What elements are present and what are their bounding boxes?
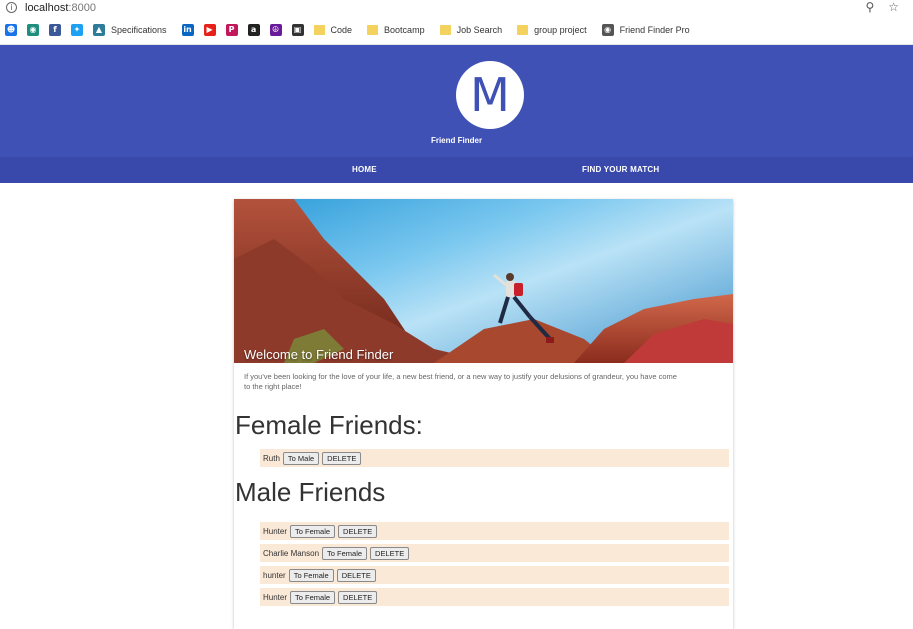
bookmark-youtube[interactable]: ▶ [199, 15, 221, 45]
twitter-icon: ✦ [71, 23, 83, 36]
delete-button[interactable]: DELETE [370, 546, 410, 560]
swap-gender-button[interactable]: To Female [290, 524, 336, 538]
url-port: :8000 [68, 1, 96, 14]
folder-icon [517, 24, 529, 35]
bookmark-linkedin[interactable]: in [177, 15, 199, 45]
friend-row: Charlie Manson To Female DELETE [260, 544, 729, 562]
url-host: localhost [25, 1, 69, 14]
hero-title: Welcome to Friend Finder [244, 347, 394, 362]
bookmark-label: Friend Finder Pro [619, 24, 690, 35]
bookmark-bootcamp[interactable]: Bootcamp [362, 15, 435, 45]
male-friends-title: Male Friends [235, 477, 386, 507]
swap-gender-button[interactable]: To Female [288, 568, 334, 582]
bookmark-maps-pin[interactable]: ◉ [22, 15, 44, 45]
friend-name: Hunter [263, 526, 288, 536]
bookmark-facebook[interactable]: f [44, 15, 66, 45]
brand-name: Friend Finder [430, 136, 483, 145]
nav-find-your-match[interactable]: FIND YOUR MATCH [582, 165, 659, 174]
amazon-icon: a [247, 23, 260, 36]
maps-pin-icon: ◉ [27, 23, 39, 36]
bookmark-contacts[interactable]: ☻ [0, 15, 22, 45]
linkedin-icon: in [181, 23, 194, 36]
male-friends-list: Hunter To Female DELETE Charlie Manson To Fe… [260, 522, 729, 606]
bookmark-peace[interactable]: ☮ [265, 15, 287, 45]
friend-row: Hunter To Female DELETE [260, 522, 729, 540]
bookmark-pocket[interactable]: P [221, 15, 243, 45]
folder-icon [439, 24, 451, 35]
pocket-icon: P [225, 23, 238, 36]
friend-row: Hunter To Female DELETE [260, 588, 729, 606]
friend-name: hunter [263, 570, 286, 580]
female-friends-title: Female Friends: [235, 410, 423, 440]
globe-icon: ◉ [601, 23, 614, 36]
nav-home[interactable]: HOME [352, 165, 377, 174]
facebook-icon: f [49, 23, 61, 36]
bookmark-specifications[interactable]: ▲ Specifications [88, 15, 177, 45]
site-header: M Friend Finder HOME FIND YOUR MATCH [0, 45, 913, 183]
friend-name: Charlie Manson [263, 548, 320, 558]
hero-landscape [234, 199, 733, 363]
site-logo[interactable]: M [456, 61, 524, 129]
url-field[interactable]: localhost:8000 [25, 2, 96, 14]
delete-button[interactable]: DELETE [338, 524, 378, 538]
bookmark-label: Job Search [456, 24, 503, 35]
bookmark-star-icon[interactable]: ☆ [888, 0, 899, 14]
bookmark-group-project[interactable]: group project [512, 15, 597, 45]
bookmark-label: Specifications [111, 24, 167, 35]
folder-icon [367, 24, 379, 35]
bookmark-amazon[interactable]: a [243, 15, 265, 45]
bookmark-suitcase[interactable]: ▣ [287, 15, 309, 45]
swap-gender-button[interactable]: To Male [282, 451, 320, 465]
swap-gender-button[interactable]: To Female [322, 546, 368, 560]
zoom-icon[interactable]: ⚲ [865, 0, 874, 14]
bookmark-code[interactable]: Code [309, 15, 363, 45]
bookmark-label: group project [534, 24, 587, 35]
youtube-icon: ▶ [203, 23, 216, 36]
main-nav: HOME FIND YOUR MATCH [0, 157, 913, 183]
friend-name: Ruth [263, 453, 280, 463]
address-bar: i localhost:8000 ⚲ ☆ [0, 0, 913, 15]
suitcase-icon: ▣ [291, 23, 304, 36]
contacts-icon: ☻ [5, 23, 17, 36]
folder-icon [313, 24, 325, 35]
friend-row: Ruth To Male DELETE [260, 449, 729, 467]
specifications-icon: ▲ [93, 23, 105, 36]
bookmark-label: Bootcamp [384, 24, 425, 35]
bookmark-twitter[interactable]: ✦ [66, 15, 88, 45]
friend-name: Hunter [263, 592, 288, 602]
delete-button[interactable]: DELETE [322, 451, 362, 465]
female-friends-list: Ruth To Male DELETE [260, 449, 729, 467]
bookmark-friend-finder-pro[interactable]: ◉ Friend Finder Pro [597, 15, 700, 45]
swap-gender-button[interactable]: To Female [290, 590, 336, 604]
bookmark-label: Code [330, 24, 353, 35]
bookmarks-bar: ☻ ◉ f ✦ ▲ Specifications in ▶ Pa ☮ ▣ Code Bootcamp Jo… [0, 15, 913, 45]
bookmark-job-search[interactable]: Job Search [435, 15, 513, 45]
intro-text: If you've been looking for the love of y… [244, 372, 677, 391]
delete-button[interactable]: DELETE [336, 568, 376, 582]
logo-letter: M [470, 68, 510, 122]
friend-row: hunter To Female DELETE [260, 566, 729, 584]
peace-icon: ☮ [269, 23, 282, 36]
hero-image: Welcome to Friend Finder [234, 199, 733, 363]
info-icon[interactable]: i [6, 2, 17, 13]
content-card: Welcome to Friend Finder If you've been … [234, 199, 733, 629]
delete-button[interactable]: DELETE [338, 590, 378, 604]
